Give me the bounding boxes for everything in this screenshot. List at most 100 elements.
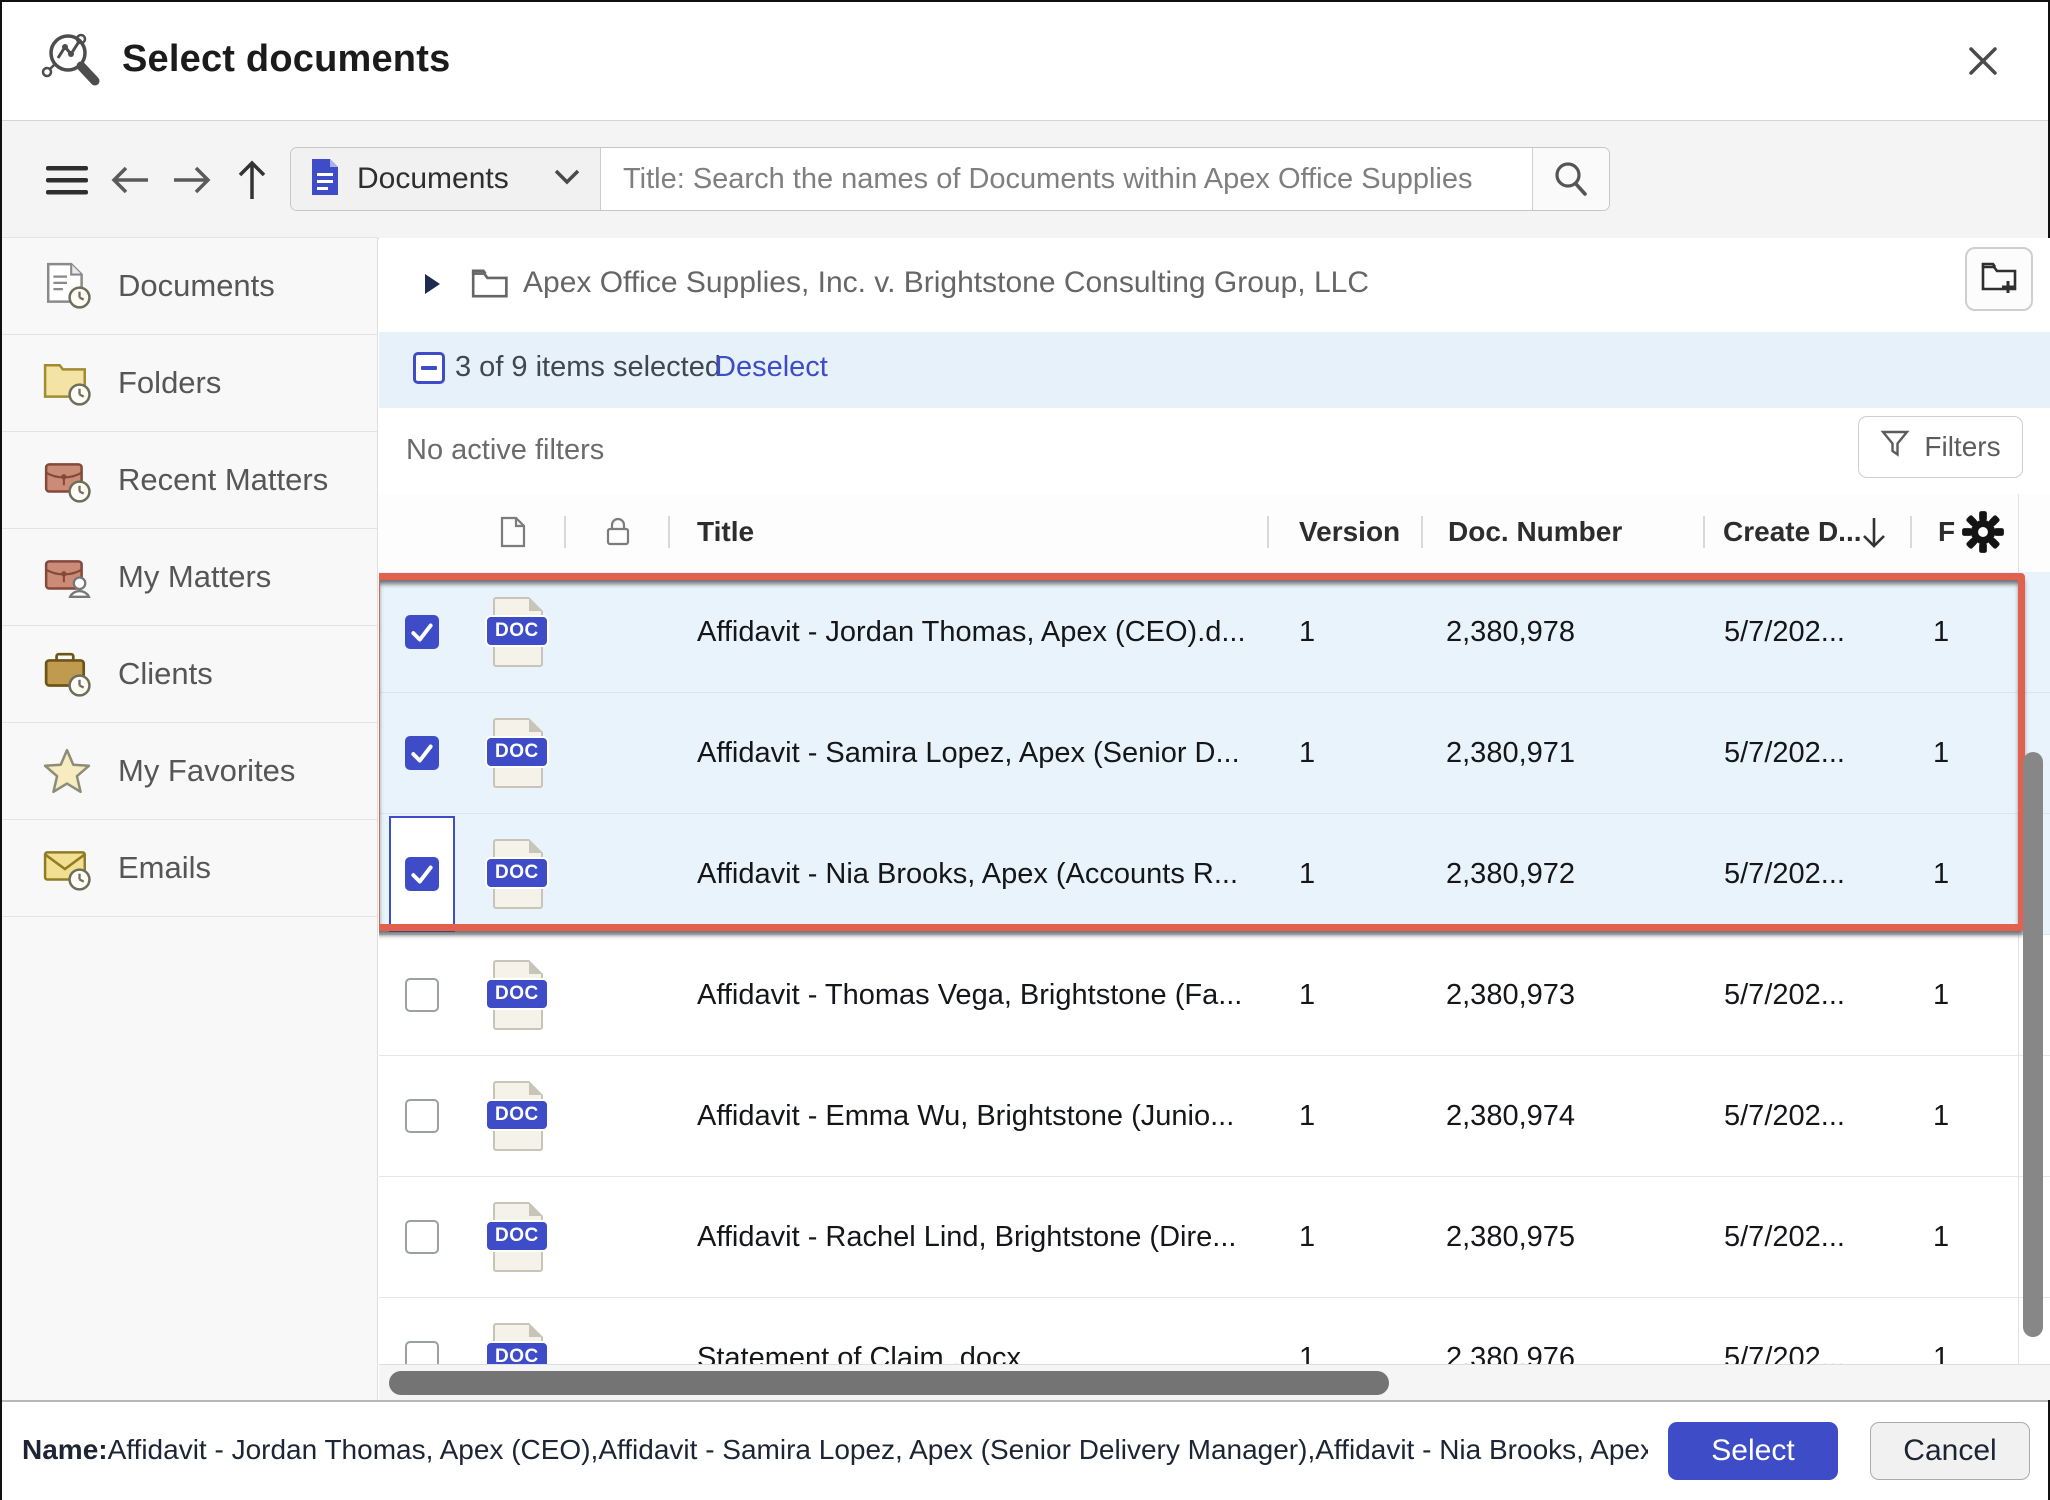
row-last-col: 1	[1933, 814, 1949, 934]
sidebar-item-my-matters[interactable]: My Matters	[2, 529, 377, 626]
row-checkbox-cell[interactable]	[389, 695, 455, 811]
cancel-button[interactable]: Cancel	[1870, 1422, 2030, 1480]
filters-bar: No active filters Filters	[379, 408, 2050, 495]
select-button[interactable]: Select	[1668, 1422, 1838, 1480]
row-checkbox-cell[interactable]	[389, 1179, 455, 1295]
breadcrumb: Apex Office Supplies, Inc. v. Brightston…	[379, 238, 2050, 333]
row-create-date: 5/7/202...	[1724, 814, 1845, 934]
sort-descending-arrow-icon[interactable]	[1859, 514, 1889, 559]
recent-matters-icon	[38, 455, 96, 505]
table-header: Title Version Doc. Number Create D... F	[379, 494, 2050, 573]
row-title[interactable]: Affidavit - Samira Lopez, Apex (Senior D…	[697, 693, 1240, 813]
column-create-date[interactable]: Create D...	[1723, 516, 1862, 548]
row-checkbox[interactable]	[405, 1099, 439, 1133]
new-folder-icon	[1979, 259, 2019, 300]
column-version[interactable]: Version	[1299, 516, 1400, 548]
forward-arrow-icon[interactable]	[168, 121, 216, 238]
row-checkbox[interactable]	[405, 1220, 439, 1254]
row-checkbox-cell[interactable]	[389, 574, 455, 690]
row-checkbox-cell[interactable]	[389, 1058, 455, 1174]
my-matters-icon	[38, 552, 96, 602]
row-create-date: 5/7/202...	[1724, 935, 1845, 1055]
close-icon[interactable]	[1966, 44, 2002, 80]
filters-button[interactable]: Filters	[1858, 416, 2023, 478]
sidebar-item-my-favorites[interactable]: My Favorites	[2, 723, 377, 820]
row-checkbox[interactable]	[405, 857, 439, 891]
sidebar-item-folders[interactable]: Folders	[2, 335, 377, 432]
sidebar-item-documents[interactable]: Documents	[2, 237, 377, 335]
vertical-scrollbar-thumb[interactable]	[2023, 752, 2043, 1337]
row-create-date: 5/7/202...	[1724, 1056, 1845, 1176]
chevron-down-icon	[552, 167, 582, 192]
doc-badge: DOC	[485, 615, 549, 647]
row-title[interactable]: Affidavit - Jordan Thomas, Apex (CEO).d.…	[697, 572, 1246, 692]
file-icon[interactable]	[500, 516, 526, 555]
table-row[interactable]: DOC Affidavit - Thomas Vega, Brightstone…	[379, 935, 2050, 1056]
row-doc-number: 2,380,971	[1446, 693, 1575, 813]
row-doc-number: 2,380,978	[1446, 572, 1575, 692]
row-last-col: 1	[1933, 935, 1949, 1055]
deselect-link[interactable]: Deselect	[715, 351, 828, 384]
lock-icon[interactable]	[604, 516, 632, 555]
indeterminate-checkbox[interactable]	[413, 352, 445, 384]
row-checkbox[interactable]	[405, 615, 439, 649]
row-title[interactable]: Affidavit - Thomas Vega, Brightstone (Fa…	[697, 935, 1242, 1055]
doc-badge: DOC	[485, 1220, 549, 1252]
search-icon[interactable]	[1532, 148, 1609, 210]
row-checkbox-cell[interactable]	[389, 816, 455, 932]
star-icon	[38, 746, 96, 796]
new-folder-button[interactable]	[1965, 247, 2033, 311]
filters-button-label: Filters	[1924, 431, 2000, 463]
document-analysis-search-icon	[40, 28, 106, 95]
horizontal-scrollbar-thumb[interactable]	[389, 1371, 1389, 1395]
row-version: 1	[1299, 935, 1315, 1055]
row-last-col: 1	[1933, 693, 1949, 813]
row-doc-number: 2,380,975	[1446, 1177, 1575, 1297]
document-list: DOC Affidavit - Jordan Thomas, Apex (CEO…	[379, 572, 2050, 1400]
row-create-date: 5/7/202...	[1724, 572, 1845, 692]
table-row[interactable]: DOC Affidavit - Samira Lopez, Apex (Seni…	[379, 693, 2050, 814]
doc-file-icon: DOC	[485, 718, 551, 792]
doc-badge: DOC	[485, 736, 549, 768]
name-value: Affidavit - Jordan Thomas, Apex (CEO),Af…	[108, 1434, 1648, 1465]
hamburger-icon[interactable]	[42, 121, 92, 238]
row-doc-number: 2,380,973	[1446, 935, 1575, 1055]
table-row[interactable]: DOC Affidavit - Emma Wu, Brightstone (Ju…	[379, 1056, 2050, 1177]
row-last-col: 1	[1933, 1056, 1949, 1176]
column-title[interactable]: Title	[697, 516, 754, 548]
table-row[interactable]: DOC Affidavit - Nia Brooks, Apex (Accoun…	[379, 814, 2050, 935]
row-checkbox-cell[interactable]	[389, 937, 455, 1053]
folder-outline-icon	[471, 267, 509, 304]
row-version: 1	[1299, 1177, 1315, 1297]
sidebar-item-clients[interactable]: Clients	[2, 626, 377, 723]
sidebar: Documents Folders Recent Matters My Matt…	[2, 238, 378, 1400]
sidebar-item-emails[interactable]: Emails	[2, 820, 377, 917]
row-checkbox[interactable]	[405, 978, 439, 1012]
breadcrumb-matter-name[interactable]: Apex Office Supplies, Inc. v. Brightston…	[523, 266, 1369, 300]
doc-badge: DOC	[485, 1099, 549, 1131]
doc-file-icon: DOC	[485, 960, 551, 1034]
main-panel: Apex Office Supplies, Inc. v. Brightston…	[379, 238, 2050, 1400]
back-arrow-icon[interactable]	[106, 121, 154, 238]
horizontal-scrollbar[interactable]	[379, 1364, 2050, 1400]
sidebar-item-recent-matters[interactable]: Recent Matters	[2, 432, 377, 529]
row-title[interactable]: Affidavit - Emma Wu, Brightstone (Junio.…	[697, 1056, 1234, 1176]
caret-right-icon[interactable]	[425, 274, 440, 294]
search-combo: Documents	[290, 147, 1610, 211]
column-doc-number[interactable]: Doc. Number	[1448, 516, 1622, 548]
table-row[interactable]: DOC Affidavit - Rachel Lind, Brightstone…	[379, 1177, 2050, 1298]
gear-icon[interactable]	[1961, 510, 2005, 561]
up-arrow-icon[interactable]	[230, 121, 274, 238]
table-row[interactable]: DOC Affidavit - Jordan Thomas, Apex (CEO…	[379, 572, 2050, 693]
row-doc-number: 2,380,974	[1446, 1056, 1575, 1176]
doc-badge: DOC	[485, 857, 549, 889]
search-input[interactable]	[601, 148, 1532, 210]
selection-bar: 3 of 9 items selected Deselect	[379, 332, 2050, 409]
row-checkbox[interactable]	[405, 736, 439, 770]
column-truncated[interactable]: F	[1938, 516, 1955, 548]
row-title[interactable]: Affidavit - Nia Brooks, Apex (Accounts R…	[697, 814, 1238, 934]
scope-dropdown[interactable]: Documents	[291, 148, 601, 210]
row-title[interactable]: Affidavit - Rachel Lind, Brightstone (Di…	[697, 1177, 1236, 1297]
active-filters-status: No active filters	[406, 434, 604, 467]
row-create-date: 5/7/202...	[1724, 693, 1845, 813]
